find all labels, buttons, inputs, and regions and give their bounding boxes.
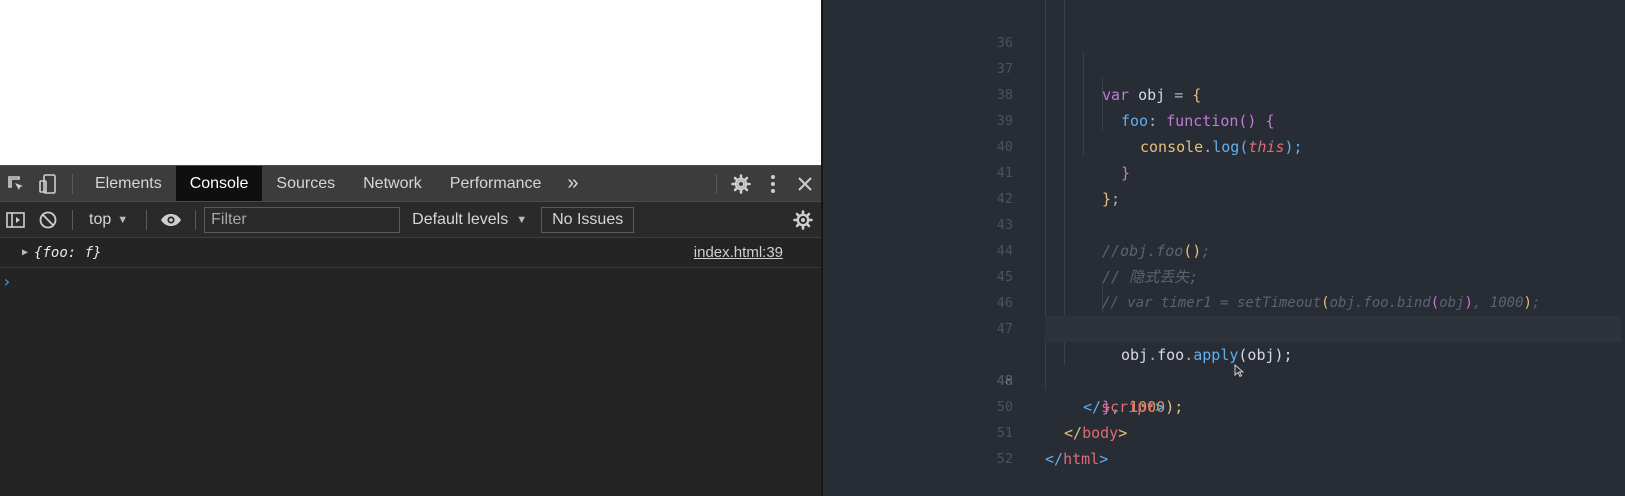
filter-input[interactable] <box>204 206 401 233</box>
device-toolbar-icon[interactable] <box>32 166 64 201</box>
code-line-43[interactable]: 43 //obj.foo(); <box>823 186 1625 260</box>
code-line-40[interactable]: 40 } <box>823 108 1625 182</box>
code-line-39[interactable]: 39 console.log(this); <box>823 82 1625 156</box>
tab-console[interactable]: Console <box>175 166 263 201</box>
code-line-37[interactable]: 37 var obj = { <box>823 30 1625 104</box>
console-output: ▶ {foo: f} index.html:39 › <box>0 238 821 496</box>
tab-separator <box>72 173 73 194</box>
settings-gear-icon[interactable] <box>725 166 757 201</box>
code-text: </html> <box>1045 450 1109 468</box>
tab-performance[interactable]: Performance <box>436 166 556 201</box>
console-toolbar: top ▼ Default levels ▼ No Issues <box>0 202 821 238</box>
sidebar-toggle-icon[interactable] <box>0 202 32 237</box>
code-line-41[interactable]: 41 }; <box>823 134 1625 208</box>
tab-sources[interactable]: Sources <box>262 166 349 201</box>
mouse-pointer-icon <box>1234 363 1245 382</box>
actions-separator <box>716 173 717 194</box>
issues-button[interactable]: No Issues <box>541 206 635 233</box>
code-line-47[interactable]: 47 obj.foo.apply(obj); <box>823 290 1625 364</box>
code-line-51[interactable]: 51 </html> <box>823 394 1625 468</box>
browser-pane: Elements Console Sources Network Perform… <box>0 0 821 496</box>
code-line-44[interactable]: 44 // 隐式丢失; <box>823 212 1625 286</box>
log-message: {foo: f} <box>34 244 102 261</box>
context-selector[interactable]: top ▼ <box>81 211 138 229</box>
prompt-chevron-icon: › <box>2 271 12 291</box>
context-value: top <box>89 210 112 228</box>
log-source-link[interactable]: index.html:39 <box>694 244 783 261</box>
line-number: 52 <box>996 451 1013 467</box>
log-levels-label: Default levels <box>412 210 509 228</box>
console-prompt[interactable]: › <box>0 268 821 294</box>
tab-elements[interactable]: Elements <box>81 166 176 201</box>
log-levels-dropdown[interactable]: Default levels ▼ <box>412 211 527 229</box>
page-viewport[interactable] <box>0 0 821 165</box>
chevron-down-icon: ▼ <box>516 213 528 226</box>
devtools-tab-bar: Elements Console Sources Network Perform… <box>0 165 821 202</box>
devtools-actions <box>708 166 821 201</box>
toolbar-separator <box>72 209 73 230</box>
current-line-highlight <box>1045 316 1621 342</box>
code-line-42[interactable]: 42 <box>823 160 1625 207</box>
more-tabs-button[interactable]: » <box>555 166 590 201</box>
console-settings-gear-icon[interactable] <box>793 202 813 238</box>
toolbar-separator <box>146 209 148 230</box>
code-line-45[interactable]: 45 // var timer1 = setTimeout(obj.foo.bi… <box>823 238 1625 311</box>
more-vertical-icon[interactable] <box>757 166 789 201</box>
close-icon[interactable] <box>789 166 821 201</box>
clear-console-icon[interactable] <box>32 202 64 237</box>
tab-network[interactable]: Network <box>349 166 436 201</box>
code-line-50[interactable]: 50 </body> <box>823 368 1625 442</box>
expand-triangle-icon[interactable]: ▶ <box>22 247 28 258</box>
code-line-48-current[interactable]: 48 }, 1000); <box>823 316 1625 416</box>
code-line-38[interactable]: 38 foo: function() { <box>823 56 1625 130</box>
code-line-36[interactable]: 36 <box>823 4 1625 51</box>
chevron-down-icon: ▼ <box>117 213 129 226</box>
code-editor[interactable]: 36 37 var obj = { 38 foo: function() { 3… <box>823 0 1625 496</box>
toolbar-separator <box>195 209 197 230</box>
inspect-element-icon[interactable] <box>0 166 32 201</box>
eye-icon[interactable] <box>155 202 187 237</box>
code-line-49[interactable]: 49 </script> <box>823 342 1625 416</box>
code-line-52[interactable]: 52 <box>823 420 1625 467</box>
code-line-46[interactable]: 46 var timer1 = setTimeout(function() { <box>823 264 1625 338</box>
screen: Elements Console Sources Network Perform… <box>0 0 1625 496</box>
console-log-entry[interactable]: ▶ {foo: f} index.html:39 <box>0 238 821 268</box>
